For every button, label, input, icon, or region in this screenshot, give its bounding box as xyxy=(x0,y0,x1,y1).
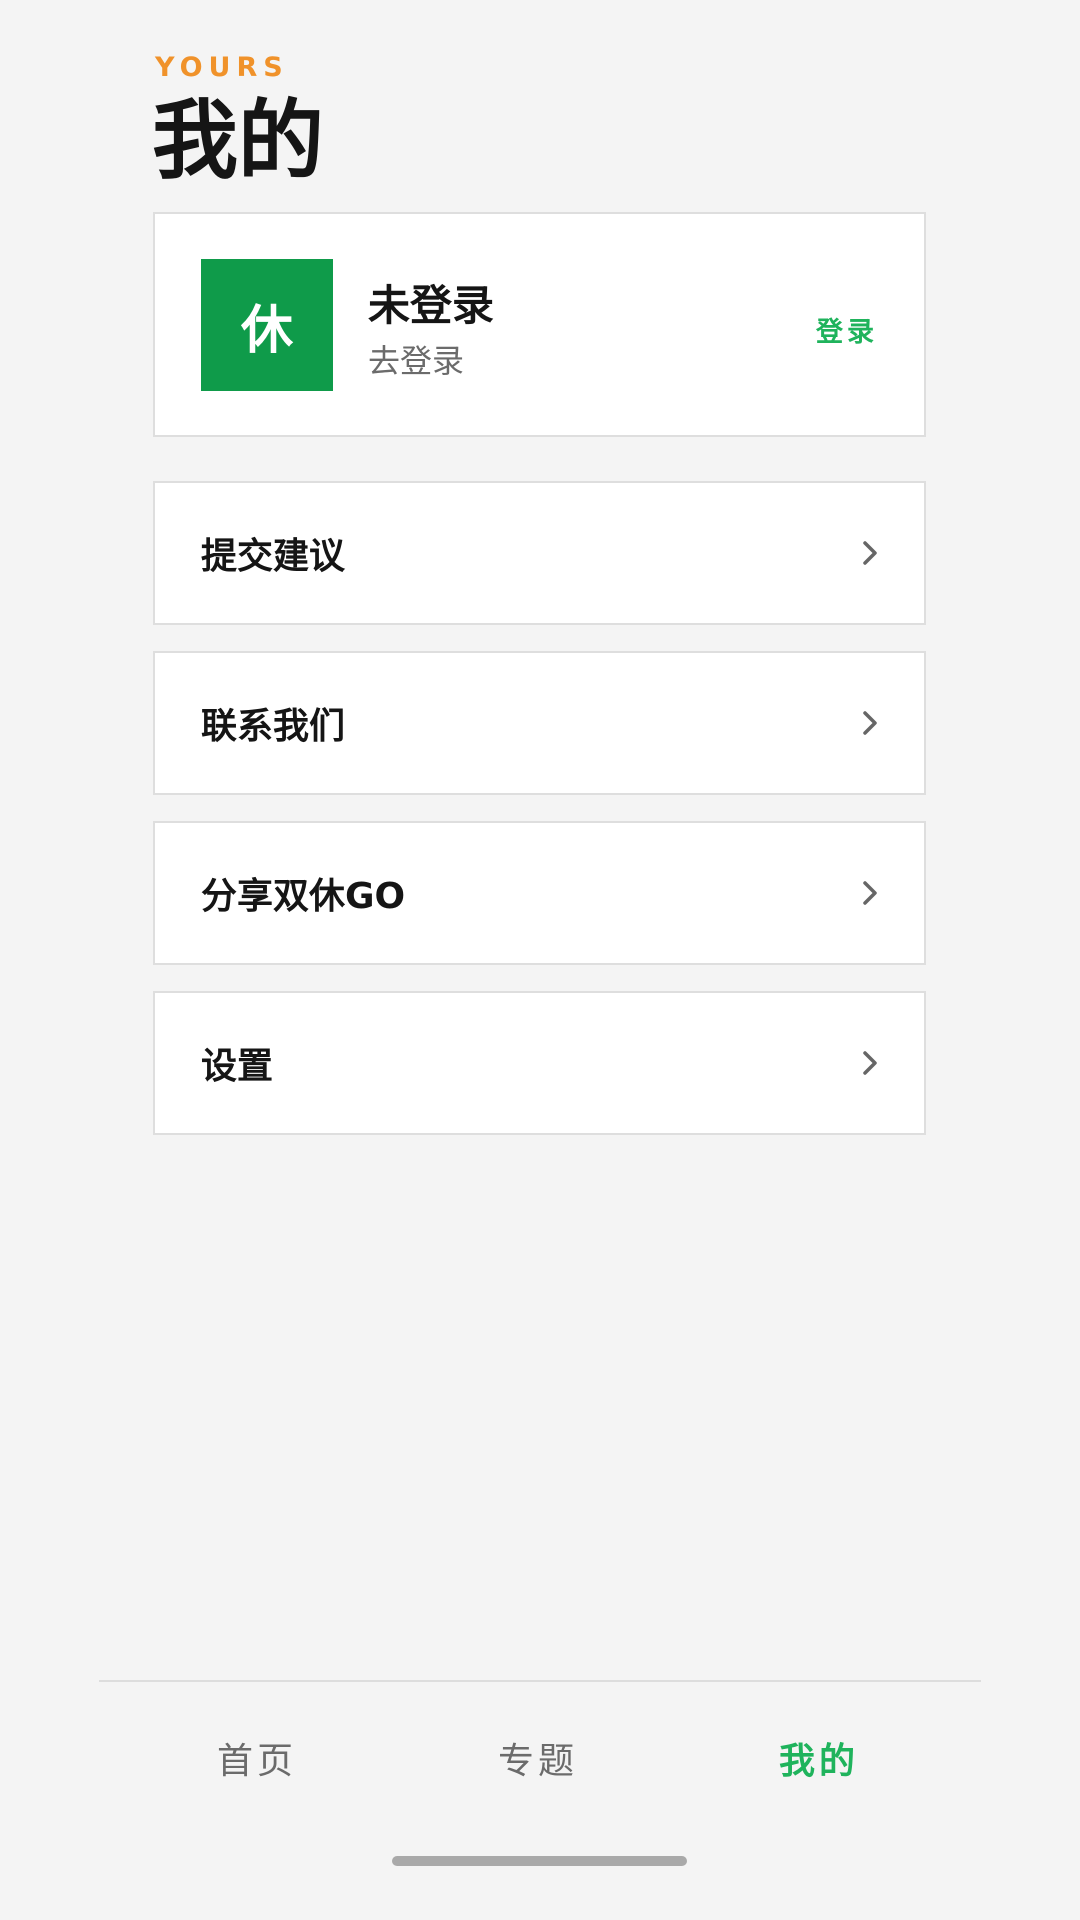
menu-item-label: 分享双休GO xyxy=(201,876,406,917)
menu-item-label: 联系我们 xyxy=(201,706,346,747)
login-button[interactable]: 登录 xyxy=(816,310,878,349)
chevron-right-icon xyxy=(862,709,878,737)
chevron-right-icon xyxy=(862,879,878,907)
header-kicker: YOURS xyxy=(155,52,289,83)
tab-mine[interactable]: 我的 xyxy=(719,1732,919,1784)
tab-bar-divider xyxy=(99,1680,981,1682)
chevron-right-icon xyxy=(862,539,878,567)
menu-item-contact[interactable]: 联系我们 xyxy=(153,651,926,795)
page-title: 我的 xyxy=(152,91,324,191)
profile-card[interactable]: 休 未登录 去登录 登录 xyxy=(153,212,926,437)
menu-item-share[interactable]: 分享双休GO xyxy=(153,821,926,965)
menu-item-feedback[interactable]: 提交建议 xyxy=(153,481,926,625)
profile-subtitle[interactable]: 去登录 xyxy=(368,336,464,382)
menu-item-label: 设置 xyxy=(201,1046,274,1087)
menu-item-settings[interactable]: 设置 xyxy=(153,991,926,1135)
profile-name: 未登录 xyxy=(368,281,495,330)
tab-home[interactable]: 首页 xyxy=(157,1732,357,1784)
avatar: 休 xyxy=(201,259,333,391)
home-indicator xyxy=(392,1856,687,1866)
menu-item-label: 提交建议 xyxy=(201,536,346,577)
chevron-right-icon xyxy=(862,1049,878,1077)
tab-topics[interactable]: 专题 xyxy=(438,1732,638,1784)
